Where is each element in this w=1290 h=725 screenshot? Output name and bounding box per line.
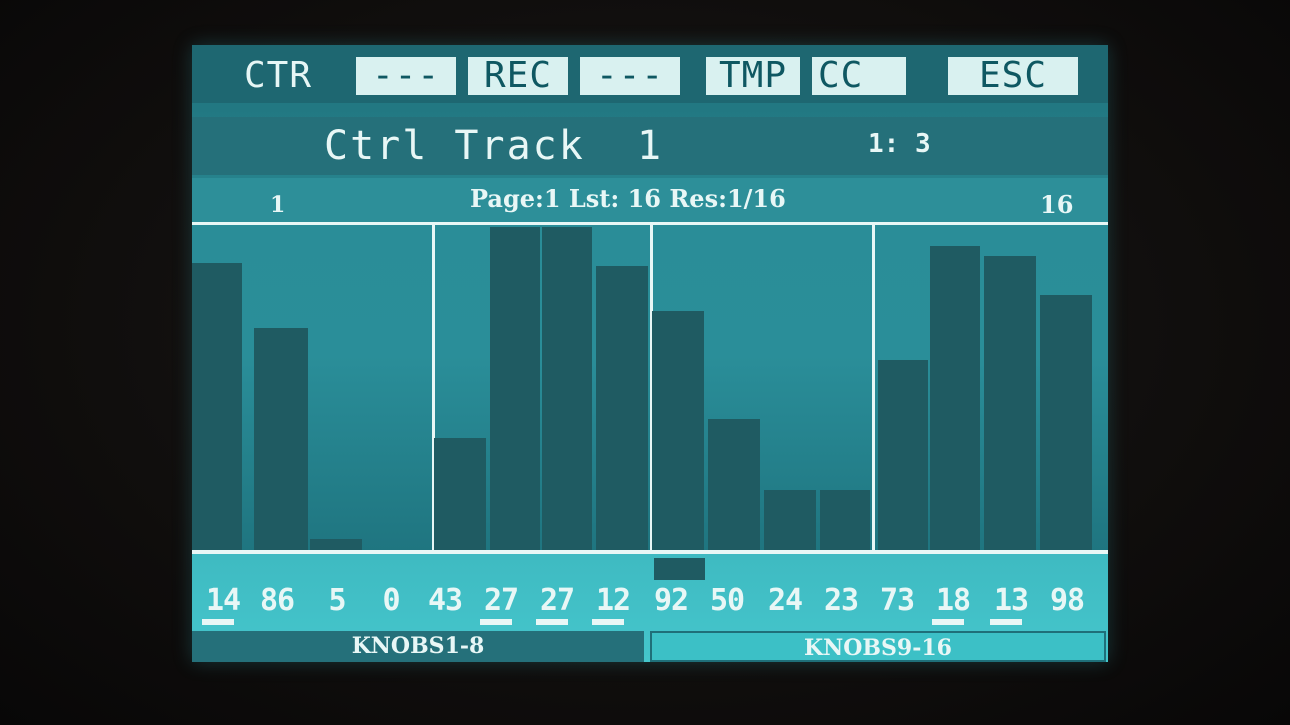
step-value-15: 13 [993,583,1029,618]
esc-button[interactable]: ESC [948,57,1078,95]
step-value-1: 14 [205,583,241,618]
step-value-14: 18 [935,583,971,618]
first-step-number: 1 [270,192,286,218]
rec-button[interactable]: REC [468,57,568,95]
menu-slot-3-button[interactable]: --- [580,57,680,95]
step-bar-5[interactable] [434,438,486,552]
step-value-5: 43 [427,583,463,618]
lcd-screen: CTR --- REC --- TMP CC ESC Ctrl Track 1 … [192,45,1108,662]
step-value-4: 0 [382,583,400,618]
step-bar-2[interactable] [254,328,308,552]
track-position: 1: 3 [868,129,931,159]
step-underline-15 [990,619,1022,625]
grid-bottom-line [192,550,1108,554]
ctr-label: CTR [244,55,313,96]
tab-knobs-9-16[interactable]: KNOBS9-16 [650,631,1106,662]
step-cursor [654,558,705,580]
step-value-11: 24 [767,583,803,618]
cc-button[interactable]: CC [812,57,906,95]
top-menu-bar: CTR --- REC --- TMP CC ESC [192,45,1108,103]
step-bar-15[interactable] [984,256,1036,552]
step-value-12: 23 [823,583,859,618]
track-title-bar: Ctrl Track 1 1: 3 [192,117,1108,175]
step-value-2: 86 [259,583,295,618]
step-underline-14 [932,619,964,625]
tmp-button[interactable]: TMP [706,57,800,95]
step-underline-7 [536,619,568,625]
step-value-6: 27 [483,583,519,618]
step-bar-6[interactable] [490,227,540,552]
group-divider [872,225,875,552]
step-value-9: 92 [653,583,689,618]
menu-slot-1-button[interactable]: --- [356,57,456,95]
step-value-8: 12 [595,583,631,618]
step-underline-8 [592,619,624,625]
step-bar-10[interactable] [708,419,760,552]
page-info: Page:1 Lst: 16 Res:1/16 [470,184,786,213]
step-bar-13[interactable] [878,360,928,552]
step-value-10: 50 [709,583,745,618]
tab-knobs-1-8[interactable]: KNOBS1-8 [192,631,644,662]
last-step-number: 16 [1040,190,1074,219]
step-bar-7[interactable] [542,227,592,552]
step-bar-12[interactable] [820,490,870,552]
step-value-3: 5 [328,583,346,618]
step-bar-1[interactable] [192,263,242,552]
step-value-16: 98 [1049,583,1085,618]
step-bar-11[interactable] [764,490,816,552]
track-name: Ctrl Track 1 [324,123,664,169]
step-bar-9[interactable] [652,311,704,552]
step-underline-6 [480,619,512,625]
page-info-bar: 1 Page:1 Lst: 16 Res:1/16 16 [192,178,1108,222]
step-bar-14[interactable] [930,246,980,552]
step-underline-1 [202,619,234,625]
step-bar-16[interactable] [1040,295,1092,552]
step-bar-grid[interactable] [192,225,1108,552]
step-value-7: 27 [539,583,575,618]
step-bar-8[interactable] [596,266,648,552]
step-value-13: 73 [879,583,915,618]
